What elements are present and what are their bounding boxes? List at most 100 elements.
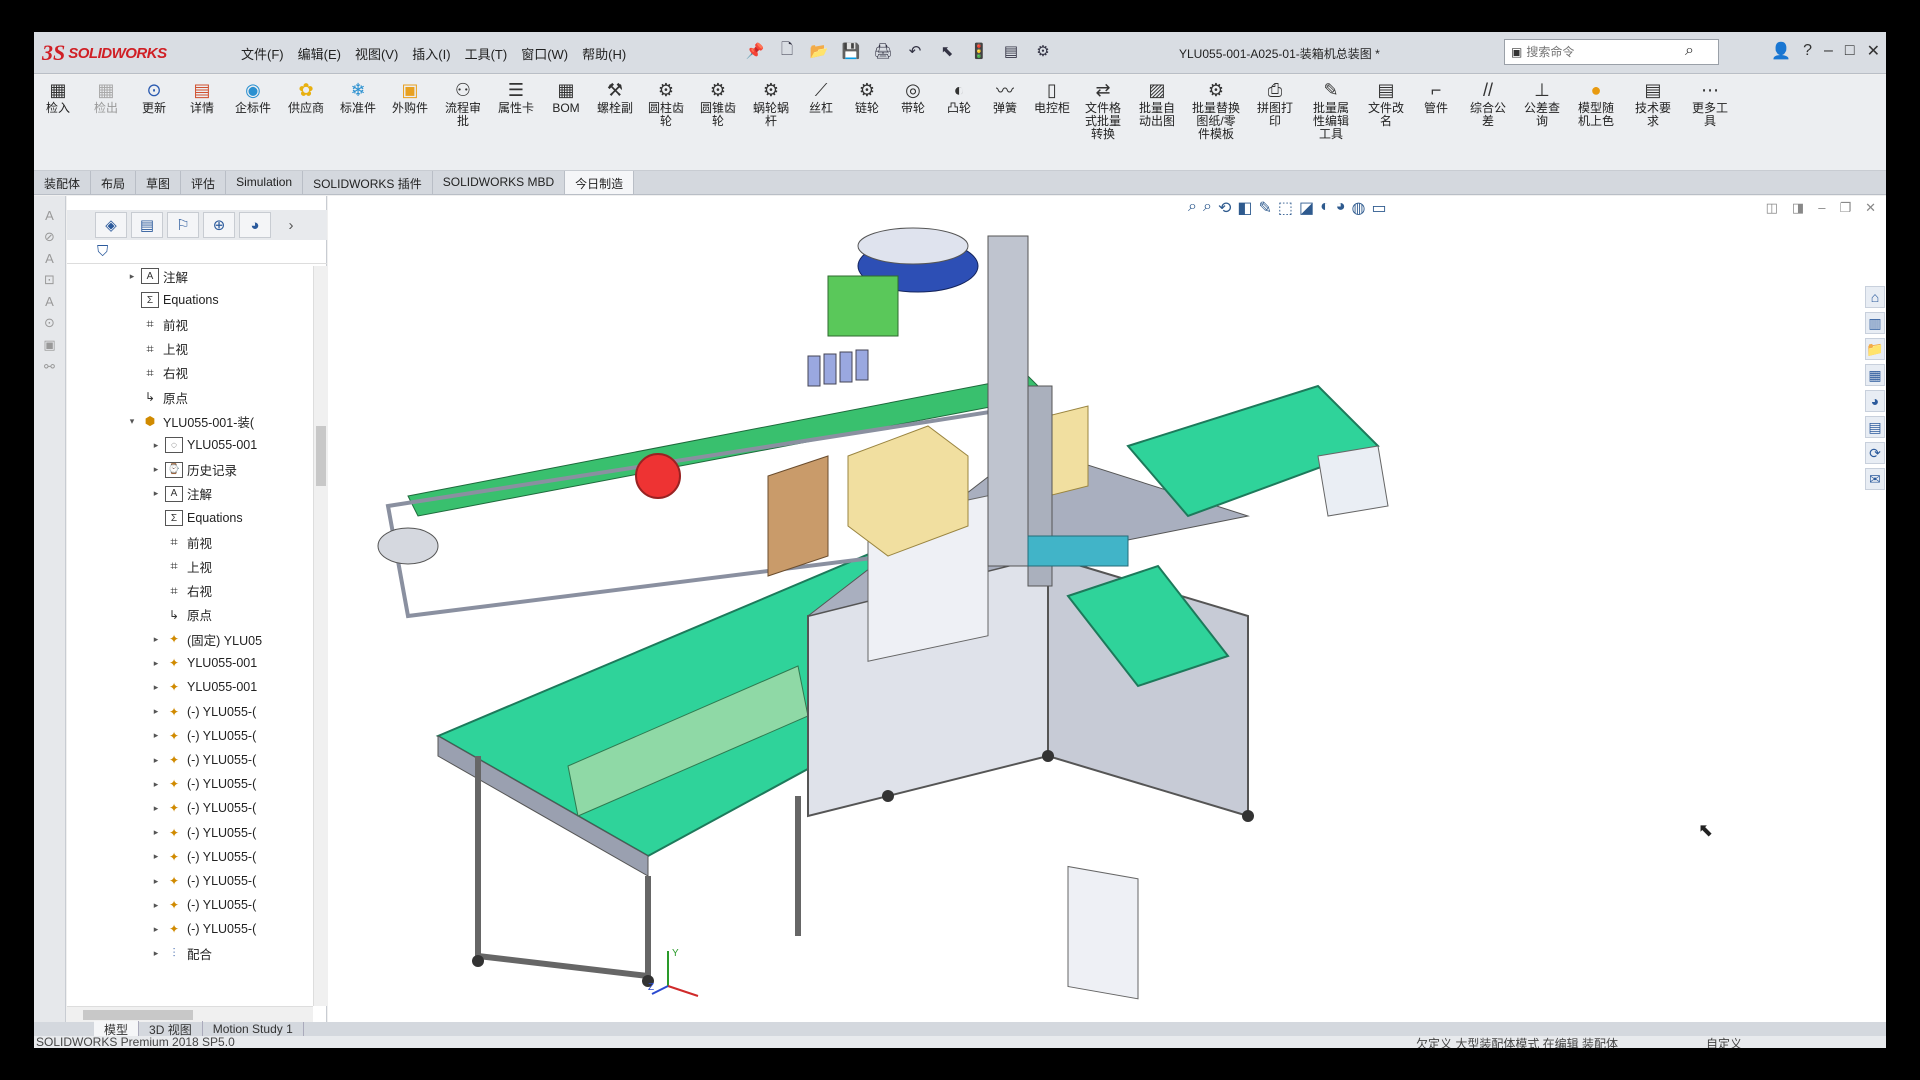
home-icon[interactable]: ⌂ [1865,286,1885,308]
tree-vertical-scrollbar[interactable] [313,266,327,1006]
ribbon-button[interactable]: ◐ 凸轮 [940,79,978,115]
undo-icon[interactable]: ↶ [904,40,926,62]
file-explorer-icon[interactable]: 📁 [1865,338,1885,360]
tree-item[interactable]: ▸ ◌ YLU055-001 [151,435,257,455]
command-tab[interactable]: 评估 [181,171,227,194]
tree-item[interactable]: Σ Equations [151,508,243,528]
appearances-icon[interactable]: ◕ [1865,390,1885,412]
ribbon-button[interactable]: ▣ 外购件 [388,79,432,115]
menu-item[interactable]: 帮助(H) [575,44,633,63]
expand-toggle-icon[interactable]: ▾ [127,416,137,427]
expand-toggle-icon[interactable]: ▸ [151,730,161,741]
command-tab[interactable]: Simulation [226,171,304,194]
ribbon-button[interactable]: ▦ 检出 [86,79,126,115]
search-input[interactable] [1526,45,1687,59]
ribbon-button[interactable]: ⚙ 圆锥齿 轮 [696,79,740,128]
command-tab[interactable]: 布局 [91,171,137,194]
tree-item[interactable]: ▸ ✦ YLU055-001 [151,653,257,673]
tree-item[interactable]: ▸ ✦ (-) YLU055-( [151,919,257,939]
toolbar-icon[interactable]: ⊘ [44,229,55,245]
expand-toggle-icon[interactable]: ▸ [151,876,161,887]
select-icon[interactable]: ⬉ [936,40,958,62]
ribbon-button[interactable]: ⚙ 批量替换 图纸/零 件模板 [1188,79,1244,141]
ribbon-button[interactable]: ✎ 批量属 性编辑 工具 [1306,79,1356,141]
display-manager-tab-icon[interactable]: ◕ [239,212,271,238]
expand-toggle-icon[interactable]: ▸ [151,779,161,790]
menu-item[interactable]: 文件(F) [234,44,291,63]
solidworks-logo[interactable]: 3S SOLIDWORKS [42,38,200,68]
tree-item[interactable]: ▸ ✦ (-) YLU055-( [151,823,257,843]
new-document-icon[interactable]: 🗋 [776,40,798,62]
ribbon-button[interactable]: ◉ 企标件 [230,79,276,115]
user-icon[interactable]: 👤 [1771,41,1791,61]
command-tab[interactable]: SOLIDWORKS 插件 [303,171,433,194]
menu-item[interactable]: 窗口(W) [514,44,575,63]
tree-item[interactable]: ▸ ✦ (-) YLU055-( [151,774,257,794]
ribbon-button[interactable]: ▤ 文件改 名 [1364,79,1408,128]
tree-item[interactable]: ▸ ✦ (-) YLU055-( [151,798,257,818]
tree-item[interactable]: ⌗ 前视 [127,314,188,334]
tree-item[interactable]: ⌗ 右视 [127,363,188,383]
ribbon-button[interactable]: ⊥ 公差查 询 [1520,79,1564,128]
expand-toggle-icon[interactable]: ▸ [151,706,161,717]
menu-item[interactable]: 编辑(E) [291,44,348,63]
ribbon-button[interactable]: ◎ 带轮 [894,79,932,115]
command-tab[interactable]: 装配体 [34,171,92,194]
ribbon-button[interactable]: ▤ 详情 [182,79,222,115]
print-icon[interactable]: 🖨 [872,40,894,62]
expand-toggle-icon[interactable]: ▸ [151,900,161,911]
expand-toggle-icon[interactable]: ▸ [151,464,161,475]
units-selector[interactable]: 自定义 [1706,1035,1742,1048]
tree-item[interactable]: ▸ A 注解 [127,266,188,286]
dimxpert-tab-icon[interactable]: ⊕ [203,212,235,238]
tree-item[interactable]: ▸ ✦ (-) YLU055-( [151,847,257,867]
tree-item[interactable]: ⌗ 右视 [151,581,212,601]
ribbon-button[interactable]: ● 模型随 机上色 [1572,79,1620,128]
tree-item[interactable]: ▸ ⌚ 历史记录 [151,460,237,480]
toolbar-icon[interactable]: ⚯ [44,359,55,375]
expand-toggle-icon[interactable]: ▸ [151,948,161,959]
graphics-area[interactable]: ⌕ ⌕ ⟲ ◧ ✎ ⬚ ◪ ◐ ◕ ◍ ▭ ◫ ◨ – ❐ ✕ Y Z ⬉ ⌂ … [328,196,1886,1022]
solidworks-forum-icon[interactable]: ⟳ [1865,442,1885,464]
ribbon-button[interactable]: ⌐ 管件 [1416,79,1456,115]
expand-toggle-icon[interactable]: ▸ [151,658,161,669]
toolbar-icon[interactable]: ▣ [43,337,55,353]
expand-toggle-icon[interactable]: ▸ [151,634,161,645]
minimize-icon[interactable]: – [1824,42,1833,60]
ribbon-button[interactable]: ⚙ 蜗轮蜗 杆 [748,79,794,128]
toolbar-icon[interactable]: A [45,208,54,223]
command-tab[interactable]: 今日制造 [565,171,635,194]
menu-item[interactable]: 工具(T) [458,44,515,63]
search-icon[interactable]: ⌕ [1685,42,1694,60]
tree-item[interactable]: ▸ ⫶ 配合 [151,944,212,964]
tree-item[interactable]: Σ Equations [127,290,219,310]
ribbon-button[interactable]: //综合公 差 [1464,79,1512,128]
ribbon-button[interactable]: ⇄ 文件格 式批量 转换 [1080,79,1126,141]
expand-toggle-icon[interactable]: ▸ [151,488,161,499]
save-icon[interactable]: 💾 [840,40,862,62]
tree-item[interactable]: ⌗ 上视 [127,339,188,359]
close-icon[interactable]: ✕ [1867,41,1880,61]
ribbon-button[interactable]: ▤ 技术要 求 [1628,79,1678,128]
ribbon-button[interactable]: ⚒ 螺栓副 [594,79,636,115]
ribbon-button[interactable]: ▦ BOM [546,79,586,115]
expand-toggle-icon[interactable]: ▸ [151,803,161,814]
expand-toggle-icon[interactable]: ▸ [151,755,161,766]
tree-item[interactable]: ▸ ✦ (-) YLU055-( [151,726,257,746]
configuration-tab-icon[interactable]: ⚐ [167,212,199,238]
ribbon-button[interactable]: ⚇ 流程审 批 [440,79,486,128]
tree-item[interactable]: ⌗ 上视 [151,556,212,576]
traffic-light-icon[interactable]: 🚦 [968,40,990,62]
tree-item[interactable]: ↳ 原点 [127,387,188,407]
pin-icon[interactable]: 📌 [744,40,766,62]
expand-toggle-icon[interactable]: ▸ [151,682,161,693]
expand-toggle-icon[interactable]: ▸ [151,827,161,838]
ribbon-button[interactable]: 〰弹簧 [986,79,1024,115]
tree-item[interactable]: ⌗ 前视 [151,532,212,552]
tree-item[interactable]: ▸ ✦ (-) YLU055-( [151,871,257,891]
tree-item[interactable]: ↳ 原点 [151,605,212,625]
ribbon-button[interactable]: ▨ 批量自 动出图 [1134,79,1180,128]
ribbon-button[interactable]: ⚙ 链轮 [848,79,886,115]
ribbon-button[interactable]: ▦ 检入 [38,79,78,115]
ribbon-button[interactable]: ✿ 供应商 [284,79,328,115]
